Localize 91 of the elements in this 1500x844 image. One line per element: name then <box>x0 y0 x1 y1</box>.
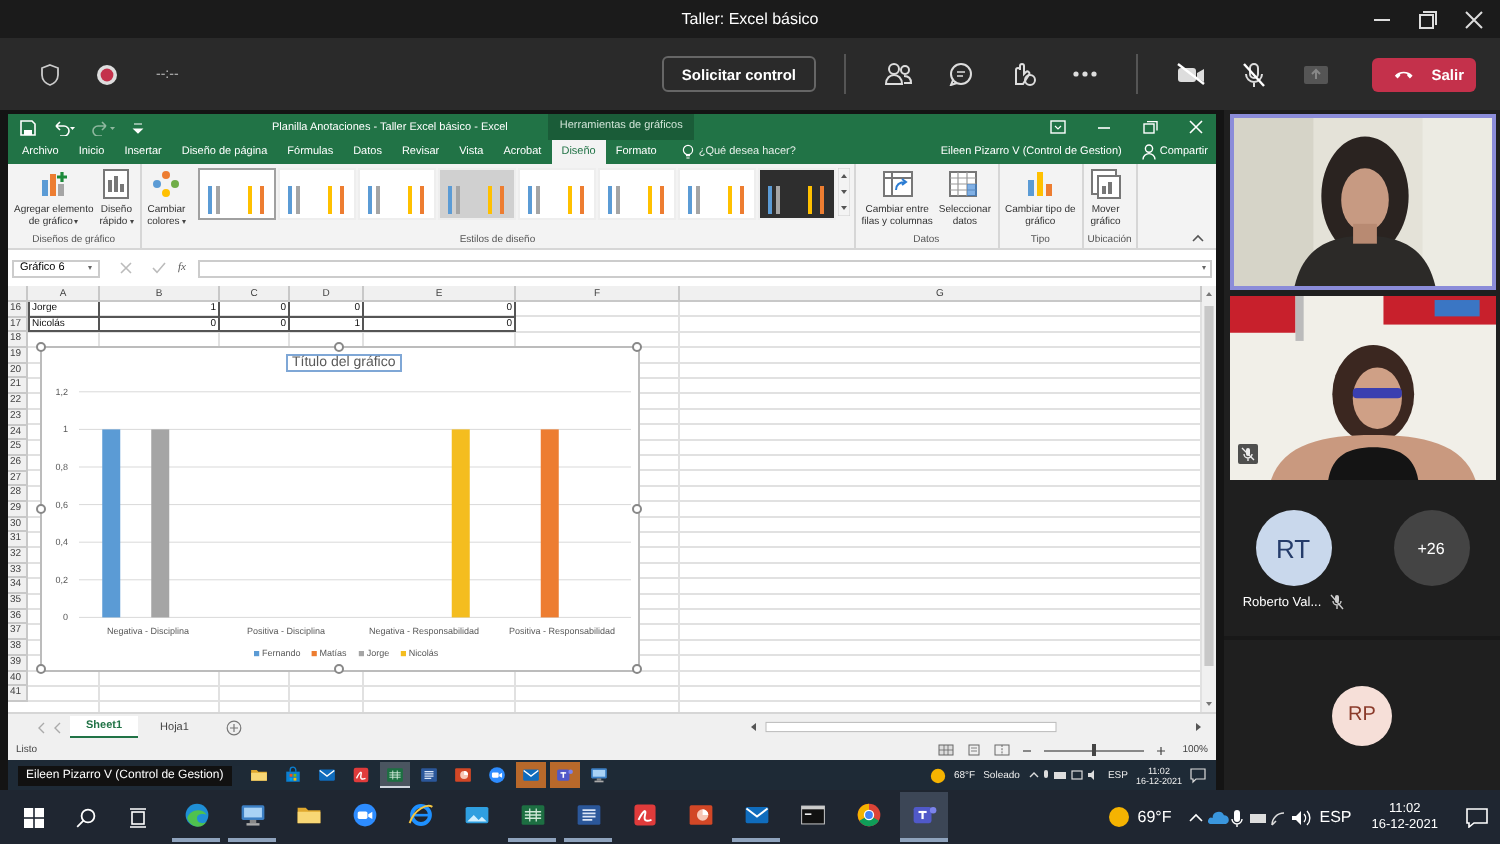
zoom-out-icon[interactable] <box>1022 745 1033 755</box>
add-sheet-icon[interactable] <box>226 719 243 735</box>
check-icon[interactable] <box>152 262 166 274</box>
weather-sun-icon <box>929 767 946 783</box>
weather-sun-icon <box>1107 806 1130 828</box>
phone-icon <box>1394 68 1414 80</box>
search-icon[interactable] <box>76 807 96 827</box>
redo-icon[interactable] <box>92 119 116 135</box>
ribbon-display-icon[interactable] <box>1050 120 1066 134</box>
zoom-slider-thumb[interactable] <box>1092 744 1097 756</box>
avatar[interactable]: RT <box>1255 510 1331 586</box>
avatar[interactable]: RP <box>1332 685 1392 745</box>
resize-handle[interactable] <box>632 664 642 674</box>
task-view-icon[interactable] <box>128 807 148 827</box>
caret-icon <box>74 220 79 224</box>
globe-icon <box>407 802 433 828</box>
color-palette-icon <box>150 168 183 200</box>
hand-raise-icon[interactable] <box>1010 62 1036 86</box>
video-camera-icon <box>351 802 377 828</box>
resize-handle[interactable] <box>334 664 344 674</box>
mail-icon <box>743 802 769 828</box>
terminal-icon <box>799 802 825 828</box>
restore-icon[interactable] <box>1418 10 1438 30</box>
resize-handle[interactable] <box>632 342 642 352</box>
presentation-icon <box>687 802 713 828</box>
lightbulb-icon <box>682 144 695 160</box>
resize-handle[interactable] <box>36 503 46 513</box>
camera-off-icon[interactable] <box>1176 62 1206 86</box>
resize-handle[interactable] <box>334 342 344 352</box>
pdf-icon <box>351 766 370 784</box>
normal-view-icon[interactable] <box>938 744 955 756</box>
vertical-scrollbar[interactable] <box>1202 286 1216 712</box>
system-tray-icons[interactable] <box>1187 807 1312 827</box>
mail-icon <box>317 766 336 784</box>
person-icon <box>1141 144 1156 160</box>
start-icon[interactable] <box>24 807 44 827</box>
resize-handle[interactable] <box>632 503 642 513</box>
undo-icon[interactable] <box>52 119 76 135</box>
horizontal-scrollbar[interactable] <box>746 720 1206 734</box>
monitor-icon <box>239 802 265 828</box>
chart-add-icon <box>37 168 70 200</box>
spreadsheet-icon <box>519 802 545 828</box>
more-options-icon[interactable] <box>1072 70 1098 78</box>
more-participants-button[interactable]: +26 <box>1393 510 1469 586</box>
resize-handle[interactable] <box>36 342 46 352</box>
mail-icon <box>521 766 540 784</box>
system-tray-icons[interactable] <box>1027 768 1100 782</box>
spreadsheet-icon <box>385 765 404 783</box>
shield-icon <box>40 63 60 85</box>
bar-chart-icon <box>1024 168 1057 200</box>
document-icon <box>575 802 601 828</box>
share-tray-icon[interactable] <box>1302 63 1330 85</box>
folder-icon <box>249 766 268 784</box>
chart-style-thumbnail[interactable] <box>197 168 276 220</box>
team-chat-icon <box>911 802 937 828</box>
formula-field[interactable] <box>197 259 1212 277</box>
close-icon[interactable] <box>1464 10 1484 30</box>
folder-icon <box>295 802 321 828</box>
participants-icon[interactable] <box>884 62 912 86</box>
video-camera-icon <box>487 766 506 784</box>
gallery-scroll-icon[interactable] <box>837 168 850 216</box>
shopping-bag-icon <box>283 766 302 784</box>
record-icon <box>96 63 118 85</box>
team-chat-icon <box>555 766 574 784</box>
caret-icon <box>181 220 186 224</box>
taskbar-button[interactable] <box>379 762 410 788</box>
monitor-icon <box>589 766 608 784</box>
caret-icon <box>1202 266 1206 270</box>
notifications-icon[interactable] <box>1190 767 1206 783</box>
taskbar-button[interactable] <box>515 762 546 788</box>
document-icon <box>419 766 438 784</box>
browser-icon <box>855 802 881 828</box>
window-title: Taller: Excel básico <box>681 10 819 28</box>
zoom-in-icon[interactable] <box>1156 745 1167 755</box>
pdf-icon <box>631 802 657 828</box>
save-icon[interactable] <box>20 119 36 135</box>
input-language[interactable]: ESP <box>1319 808 1352 826</box>
image-icon <box>463 802 489 828</box>
caret-icon <box>129 220 134 224</box>
taskbar-button[interactable] <box>549 762 580 788</box>
browser-icon <box>183 802 209 828</box>
collapse-ribbon-icon[interactable] <box>1192 234 1204 242</box>
caret-icon <box>88 266 92 270</box>
page-break-icon[interactable] <box>994 744 1011 756</box>
presentation-icon <box>453 766 472 784</box>
resize-handle[interactable] <box>36 664 46 674</box>
restore-icon[interactable] <box>1142 120 1158 134</box>
temperature: 69°F <box>1137 808 1172 826</box>
microphone-off-icon[interactable] <box>1242 61 1266 87</box>
chat-icon[interactable] <box>948 62 974 86</box>
customize-icon[interactable] <box>132 119 144 135</box>
